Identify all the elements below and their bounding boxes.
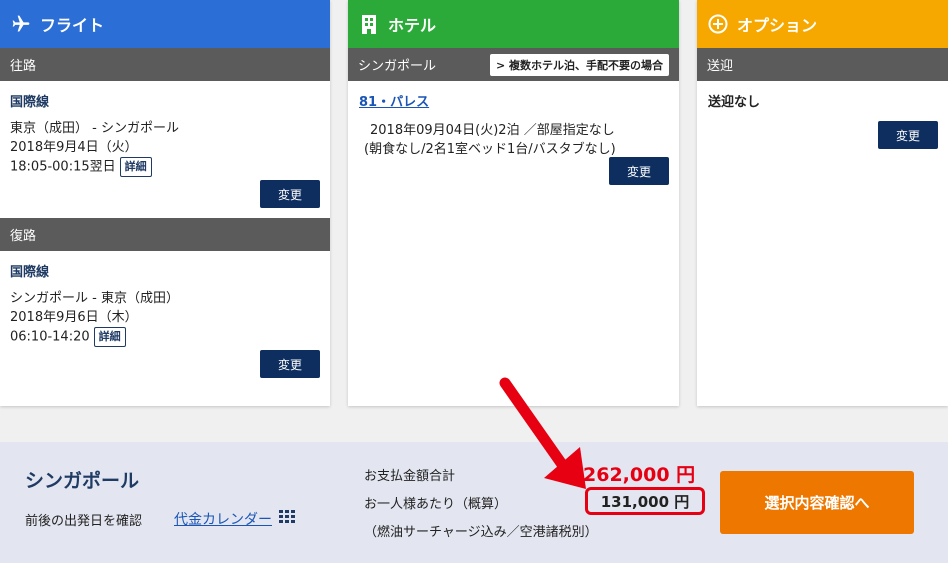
nearby-dates-label: 前後の出発日を確認 xyxy=(25,514,143,529)
outbound-type: 国際線 xyxy=(10,95,50,110)
option-section: 送迎なし 変更 xyxy=(697,81,948,231)
return-change-button[interactable]: 変更 xyxy=(260,350,320,378)
fee-note: （燃油サーチャージ込み／空港諸税別） xyxy=(364,525,598,540)
per-person-price: 131,000 円 xyxy=(585,487,705,515)
option-bar: 送迎 xyxy=(697,48,948,81)
calendar-grid-icon xyxy=(279,510,295,528)
hotel-name-link[interactable]: 81・パレス xyxy=(359,91,429,110)
outbound-time-row: 18:05-00:15翌日 詳細 xyxy=(10,157,179,177)
option-header: オプション xyxy=(697,0,948,48)
option-value: 送迎なし xyxy=(708,95,761,110)
hotel-section: 81・パレス 2018年09月04日(火)2泊 ／部屋指定なし (朝食なし/2名… xyxy=(348,81,679,231)
option-change-button[interactable]: 変更 xyxy=(878,121,938,149)
return-time: 06:10-14:20 xyxy=(10,329,90,345)
outbound-date: 2018年9月4日（火） xyxy=(10,140,138,155)
hotel-change-button[interactable]: 変更 xyxy=(609,157,669,185)
outbound-change-button[interactable]: 変更 xyxy=(260,180,320,208)
per-person-label: お一人様あたり（概算） xyxy=(364,497,508,512)
multi-hotel-link[interactable]: > 複数ホテル泊、手配不要の場合 xyxy=(489,54,669,76)
outbound-time: 18:05-00:15翌日 xyxy=(10,159,116,175)
hotel-header: ホテル xyxy=(348,0,679,48)
option-bar-label: 送迎 xyxy=(707,59,734,74)
return-date: 2018年9月6日（木） xyxy=(10,310,138,325)
return-bar: 復路 xyxy=(0,218,330,251)
return-type: 国際線 xyxy=(10,265,50,280)
summary-destination: シンガポール xyxy=(25,470,140,492)
hotel-title: ホテル xyxy=(388,16,437,35)
hotel-card: ホテル シンガポール > 複数ホテル泊、手配不要の場合 81・パレス 2018年… xyxy=(348,0,679,406)
outbound-label: 往路 xyxy=(10,59,37,74)
plus-circle-icon xyxy=(707,13,729,35)
option-card: オプション 送迎 送迎なし 変更 xyxy=(697,0,948,406)
flight-card: フライト 往路 国際線 東京（成田） - シンガポール 2018年9月4日（火）… xyxy=(0,0,330,406)
outbound-route: 東京（成田） - シンガポール xyxy=(10,121,179,136)
hotel-city: シンガポール xyxy=(358,59,437,74)
total-price: 262,000 円 xyxy=(583,464,696,486)
flight-header: フライト xyxy=(0,0,330,48)
outbound-bar: 往路 xyxy=(0,48,330,81)
outbound-info: 東京（成田） - シンガポール 2018年9月4日（火） 18:05-00:15… xyxy=(10,119,179,177)
building-icon xyxy=(358,13,380,35)
hotel-room-line: (朝食なし/2名1室ベッド1台/バスタブなし) xyxy=(364,142,616,157)
return-time-row: 06:10-14:20 詳細 xyxy=(10,327,179,347)
return-section: 国際線 シンガポール - 東京（成田） 2018年9月6日（木） 06:10-1… xyxy=(0,251,330,401)
return-label: 復路 xyxy=(10,229,37,244)
hotel-details: 2018年09月04日(火)2泊 ／部屋指定なし (朝食なし/2名1室ベッド1台… xyxy=(364,121,616,159)
airplane-icon xyxy=(10,13,32,35)
outbound-section: 国際線 東京（成田） - シンガポール 2018年9月4日（火） 18:05-0… xyxy=(0,81,330,218)
hotel-stay-line: 2018年09月04日(火)2泊 ／部屋指定なし xyxy=(370,123,615,138)
price-calendar-link[interactable]: 代金カレンダー xyxy=(174,509,295,529)
return-route: シンガポール - 東京（成田） xyxy=(10,291,179,306)
price-calendar-label[interactable]: 代金カレンダー xyxy=(174,509,272,529)
confirm-selection-button[interactable]: 選択内容確認へ xyxy=(720,471,914,534)
option-title: オプション xyxy=(737,16,818,35)
total-label: お支払金額合計 xyxy=(364,469,456,484)
return-detail-button[interactable]: 詳細 xyxy=(93,327,126,347)
hotel-city-bar: シンガポール > 複数ホテル泊、手配不要の場合 xyxy=(348,48,679,81)
flight-title: フライト xyxy=(40,16,105,35)
outbound-detail-button[interactable]: 詳細 xyxy=(119,157,152,177)
return-info: シンガポール - 東京（成田） 2018年9月6日（木） 06:10-14:20… xyxy=(10,289,179,347)
